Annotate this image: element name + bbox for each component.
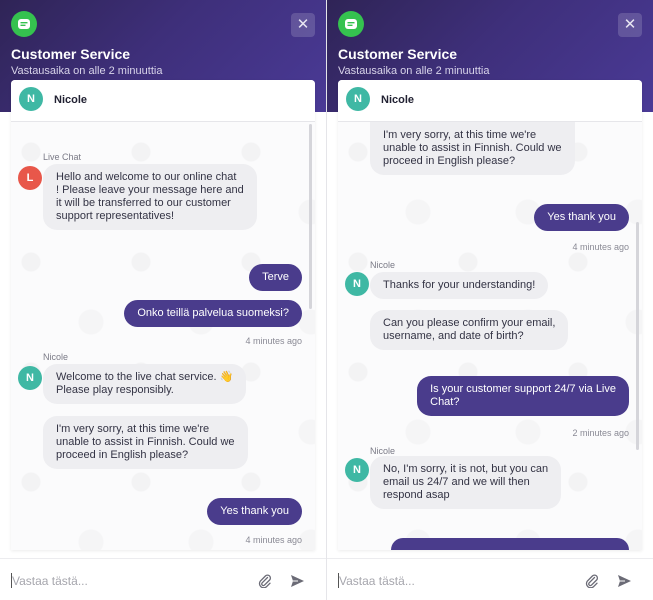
outgoing-message: Terve [249,264,302,291]
message-timestamp: 4 minutes ago [245,535,302,545]
agent-avatar: N [345,272,369,296]
message-sender: Live Chat [43,152,82,162]
agent-avatar: N [346,87,370,111]
composer [0,558,326,600]
message-sender: Nicole [370,260,396,270]
chat-subtitle: Vastausaika on alle 2 minuuttia [338,65,490,77]
chat-title: Customer Service [338,46,458,62]
send-icon [618,575,631,587]
composer [327,558,653,600]
chat-logo-icon [338,11,364,37]
send-button[interactable] [290,574,305,588]
incoming-message: No, I'm sorry, it is not, but you can em… [370,456,562,509]
send-button[interactable] [617,574,632,588]
incoming-message: Welcome to the live chat service. 👋 Plea… [43,364,247,404]
chat-logo-icon [11,11,37,37]
chat-widget-left: ✕ Customer Service Vastausaika on alle 2… [0,0,326,600]
close-button[interactable]: ✕ [291,13,315,37]
incoming-message: Thanks for your understanding! [370,272,549,299]
chat-title: Customer Service [11,46,131,62]
agent-avatar: N [18,366,42,390]
incoming-message: I'm very sorry, at this time we're unabl… [43,416,248,469]
attach-button[interactable] [585,574,599,589]
chat-widget-right: ✕ Customer Service Vastausaika on alle 2… [327,0,653,600]
outgoing-message: Is your customer support 24/7 via Live C… [417,376,629,416]
agent-avatar: N [19,87,43,111]
message-list[interactable]: Live Chat L Hello and welcome to our onl… [11,122,315,550]
agent-bar: N Nicole [11,80,315,122]
agent-avatar: N [345,458,369,482]
scrollbar[interactable] [636,222,639,450]
send-icon [291,575,304,587]
message-sender: Nicole [43,352,69,362]
close-icon: ✕ [623,16,637,33]
message-timestamp: 2 minutes ago [572,428,629,438]
message-timestamp: 4 minutes ago [245,336,302,346]
incoming-message: I'm very sorry, at this time we're unabl… [370,122,575,175]
message-sender: Nicole [370,446,396,456]
message-input[interactable] [339,573,539,589]
outgoing-message-partial [391,538,629,550]
paperclip-icon [585,574,599,589]
incoming-message: Can you please confirm your email, usern… [370,310,569,350]
attach-button[interactable] [258,574,272,589]
message-list[interactable]: I'm very sorry, at this time we're unabl… [338,122,642,550]
agent-bar: N Nicole [338,80,642,122]
outgoing-message: Onko teillä palvelua suomeksi? [124,300,302,327]
scrollbar[interactable] [309,124,312,309]
paperclip-icon [258,574,272,589]
agent-name: Nicole [381,94,415,106]
incoming-message: Hello and welcome to our online chat ! P… [43,164,257,230]
conversation-card: N Nicole Live Chat L Hello and welcome t… [11,80,315,550]
close-button[interactable]: ✕ [618,13,642,37]
agent-name: Nicole [54,94,88,106]
close-icon: ✕ [296,16,310,33]
live-chat-avatar: L [18,166,42,190]
outgoing-message: Yes thank you [207,498,302,525]
message-timestamp: 4 minutes ago [572,242,629,252]
message-input[interactable] [12,573,212,589]
chat-subtitle: Vastausaika on alle 2 minuuttia [11,65,163,77]
outgoing-message: Yes thank you [534,204,629,231]
conversation-card: N Nicole I'm very sorry, at this time we… [338,80,642,550]
